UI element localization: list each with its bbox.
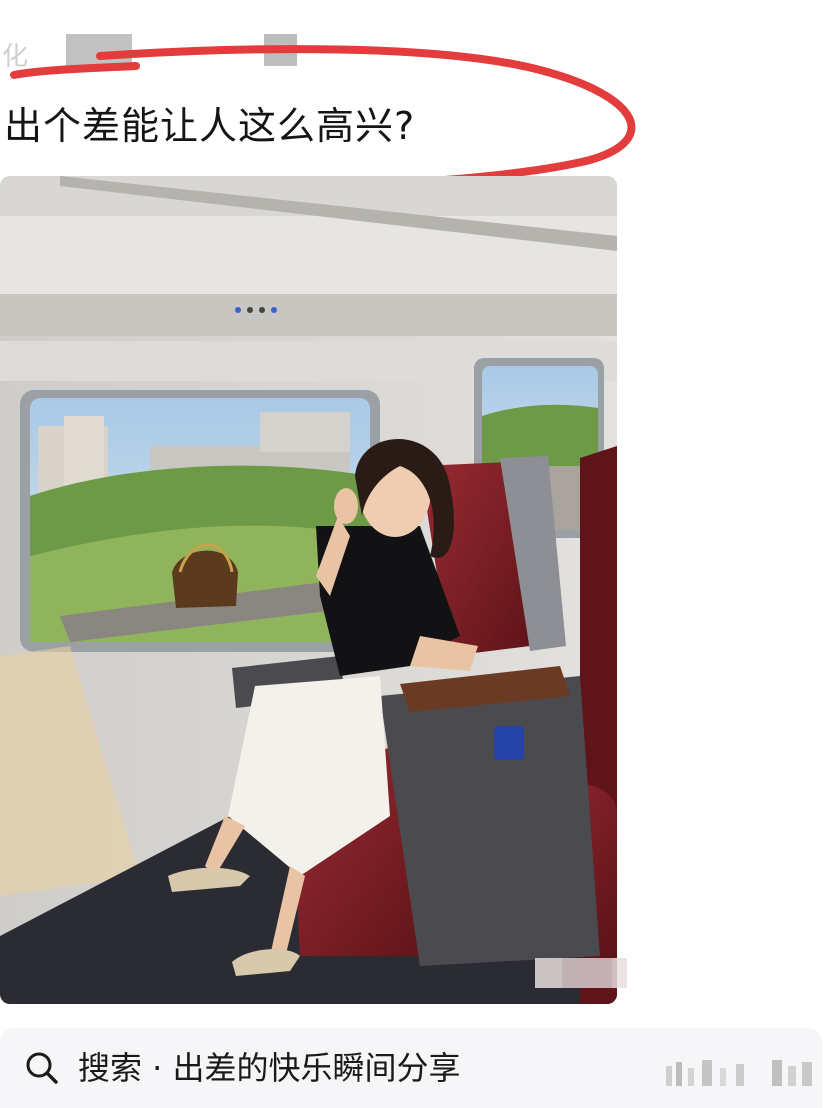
watermark-mosaic-2 [562, 958, 612, 988]
train-interior-illustration [0, 176, 617, 1004]
blurred-watermark-icon [666, 1060, 812, 1086]
author-name-mosaic-2 [264, 34, 297, 66]
author-name-partial: 化 [2, 42, 29, 72]
search-bar[interactable]: 搜索 · 出差的快乐瞬间分享 [0, 1028, 822, 1108]
author-name-mosaic [66, 34, 132, 66]
post-photo[interactable] [0, 176, 617, 1004]
search-icon [26, 1052, 58, 1084]
post-title: 出个差能让人这么高兴? [4, 104, 416, 148]
post-page: 化 出个差能让人这么高兴? 搜索 · 出差的快乐瞬间分享 [0, 0, 831, 1108]
search-label: 搜索 · 出差的快乐瞬间分享 [78, 1049, 461, 1087]
